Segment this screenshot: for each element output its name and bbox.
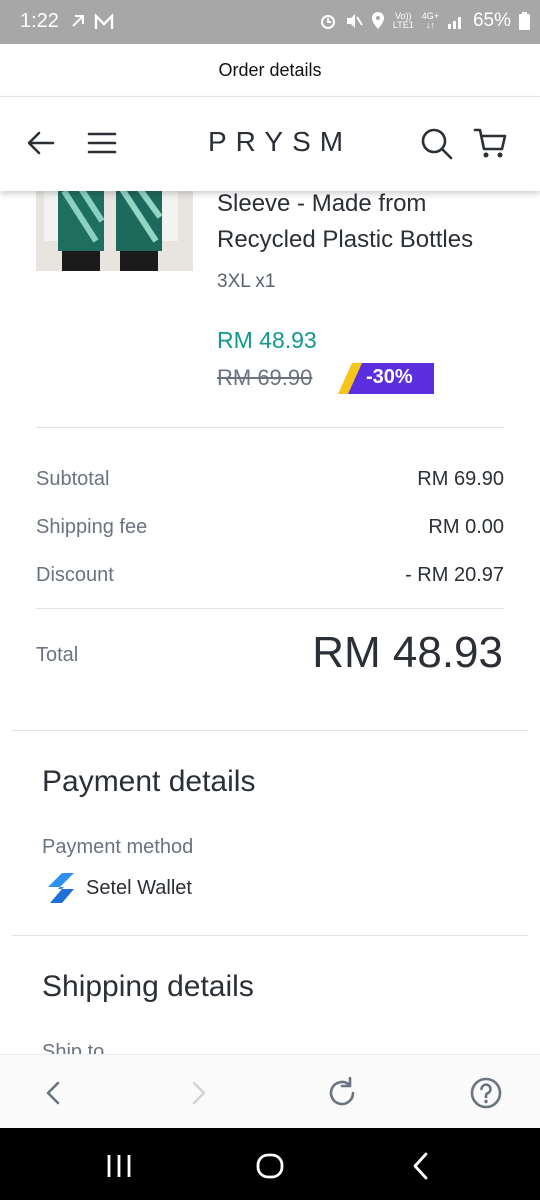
payment-method: Setel Wallet <box>48 873 192 903</box>
signal-icon <box>447 17 461 29</box>
location-icon <box>371 12 384 29</box>
home-icon[interactable] <box>252 1148 288 1184</box>
webview-title: Order details <box>0 44 540 97</box>
divider <box>36 608 504 609</box>
recent-apps-icon[interactable] <box>101 1148 137 1184</box>
payment-method-label: Payment method <box>42 836 194 858</box>
product-image[interactable] <box>36 191 193 271</box>
section-divider <box>12 730 528 731</box>
subtotal-label: Subtotal <box>36 468 110 490</box>
product-title-line1[interactable]: Sleeve - Made from <box>217 191 517 222</box>
android-nav-bar <box>0 1128 540 1200</box>
order-details-content[interactable]: Sleeve - Made from Recycled Plastic Bott… <box>0 191 540 1054</box>
back-arrow-icon[interactable] <box>23 125 59 161</box>
menu-icon[interactable] <box>84 125 120 161</box>
search-icon[interactable] <box>418 125 454 161</box>
discount-value: - RM 20.97 <box>405 564 504 586</box>
payment-method-value: Setel Wallet <box>86 876 192 899</box>
mail-icon <box>94 13 114 36</box>
shipping-details-title: Shipping details <box>42 970 254 1003</box>
alarm-icon <box>320 15 335 29</box>
divider <box>36 427 504 428</box>
help-icon[interactable] <box>468 1075 504 1111</box>
nav-back-icon[interactable] <box>403 1148 439 1184</box>
payment-details-title: Payment details <box>42 765 256 798</box>
cart-icon[interactable] <box>473 125 509 161</box>
subtotal-value: RM 69.90 <box>417 468 504 490</box>
total-label: Total <box>36 644 79 666</box>
shipping-fee-value: RM 0.00 <box>428 516 504 538</box>
section-divider <box>12 935 528 936</box>
brand-logo[interactable]: PRYSM <box>208 126 352 158</box>
browser-forward-icon[interactable] <box>180 1075 216 1111</box>
discount-badge: -30% <box>338 363 434 394</box>
total-value: RM 48.93 <box>312 628 503 677</box>
browser-toolbar <box>0 1054 540 1129</box>
product-price: RM 48.93 <box>217 327 317 353</box>
battery-percent: 65% <box>472 10 511 31</box>
site-header: PRYSM <box>0 97 540 191</box>
discount-badge-text: -30% <box>366 366 413 388</box>
browser-back-icon[interactable] <box>36 1075 72 1111</box>
product-variant: 3XL x1 <box>217 271 276 292</box>
refresh-icon[interactable] <box>324 1075 360 1111</box>
product-title-line2[interactable]: Recycled Plastic Bottles <box>217 222 517 258</box>
volte-indicator: Vo)) LTE1 <box>392 11 414 30</box>
data-type-indicator: 4G+ ↓↑ <box>421 11 439 30</box>
product-original-price: RM 69.90 <box>217 365 313 390</box>
status-right: Vo)) LTE1 4G+ ↓↑ 65% <box>319 10 530 32</box>
battery-icon <box>519 12 530 30</box>
status-bar: 1:22 Vo)) LTE1 4G+ ↓↑ 65% <box>0 0 540 44</box>
shipping-fee-label: Shipping fee <box>36 516 148 538</box>
status-time: 1:22 <box>20 10 59 32</box>
sync-icon <box>70 12 88 37</box>
setel-icon <box>48 873 74 903</box>
mute-icon <box>346 14 363 28</box>
discount-label: Discount <box>36 564 114 586</box>
ship-to-label: Ship to <box>42 1041 105 1054</box>
